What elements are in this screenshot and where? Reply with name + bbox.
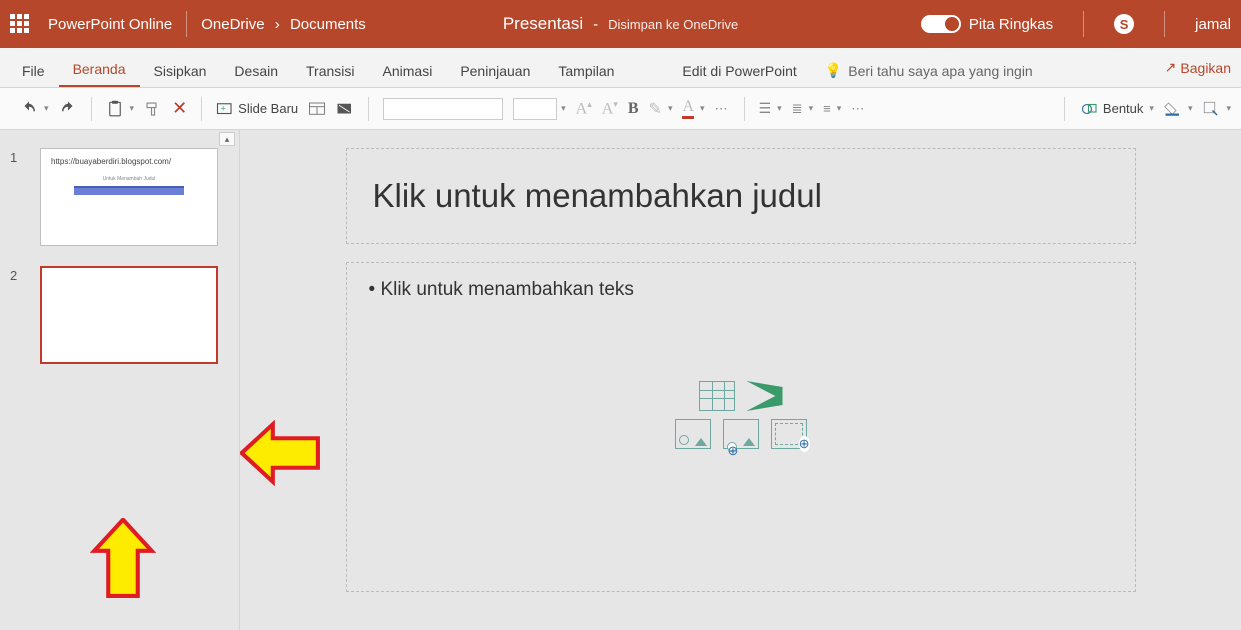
current-slide[interactable]: Klik untuk menambahkan judul Klik untuk … bbox=[346, 148, 1136, 592]
annotation-arrow-up bbox=[90, 518, 156, 600]
chevron-down-icon: ▾ bbox=[1149, 103, 1154, 114]
slide-number: 2 bbox=[10, 268, 17, 283]
dash: - bbox=[593, 16, 598, 33]
tab-home[interactable]: Beranda bbox=[59, 51, 140, 87]
font-family-select[interactable] bbox=[383, 98, 503, 120]
tab-file[interactable]: File bbox=[8, 53, 59, 87]
decrease-font-button[interactable]: A▾ bbox=[602, 99, 618, 118]
insert-picture-icon[interactable] bbox=[675, 419, 711, 449]
body-placeholder-text: Klik untuk menambahkan teks bbox=[369, 279, 1113, 301]
shape-fill-button[interactable]: ▾ bbox=[1164, 97, 1193, 121]
edit-in-powerpoint[interactable]: Edit di PowerPoint bbox=[668, 53, 810, 87]
user-name[interactable]: jamal bbox=[1195, 16, 1231, 33]
align-button[interactable]: ≡▾ bbox=[823, 97, 841, 121]
tell-me-placeholder: Beri tahu saya apa yang ingin bbox=[848, 63, 1032, 79]
share-button[interactable]: ↗ Bagikan bbox=[1165, 48, 1231, 87]
paste-button[interactable]: ▾ bbox=[106, 97, 135, 121]
annotation-arrow-left bbox=[240, 420, 322, 486]
content-placeholder-icons bbox=[369, 381, 1113, 449]
lightbulb-icon: 💡 bbox=[825, 62, 842, 79]
scroll-up-button[interactable]: ▴ bbox=[219, 132, 235, 146]
slide-canvas-area[interactable]: Klik untuk menambahkan judul Klik untuk … bbox=[240, 130, 1241, 630]
chevron-down-icon: ▾ bbox=[561, 103, 566, 114]
breadcrumb[interactable]: OneDrive › Documents bbox=[201, 16, 366, 33]
layout-button[interactable] bbox=[308, 97, 326, 121]
tab-insert[interactable]: Sisipkan bbox=[140, 53, 221, 87]
separator bbox=[186, 11, 187, 37]
slide-thumbnail-panel: ▴ 1 https://buayaberdiri.blogspot.com/ U… bbox=[0, 130, 240, 630]
tab-design[interactable]: Desain bbox=[220, 53, 292, 87]
chevron-down-icon: ▾ bbox=[130, 103, 135, 114]
font-color-button[interactable]: A▾ bbox=[682, 97, 704, 121]
reset-button[interactable] bbox=[336, 97, 354, 121]
delete-button[interactable]: ✕ bbox=[172, 97, 187, 121]
shapes-label: Bentuk bbox=[1103, 101, 1143, 116]
format-painter-button[interactable] bbox=[144, 97, 162, 121]
thumb-subtitle-text: Untuk Menambah Judul bbox=[51, 176, 207, 182]
app-launcher-icon[interactable] bbox=[10, 14, 30, 34]
undo-button[interactable]: ▾ bbox=[20, 97, 49, 121]
title-bar: PowerPoint Online OneDrive › Documents P… bbox=[0, 0, 1241, 48]
slide-number: 1 bbox=[10, 150, 17, 165]
highlight-button[interactable]: ✎▾ bbox=[649, 97, 673, 121]
simplified-ribbon-label: Pita Ringkas bbox=[969, 16, 1053, 33]
insert-video-icon[interactable] bbox=[771, 419, 807, 449]
tab-review[interactable]: Peninjauan bbox=[446, 53, 544, 87]
breadcrumb-root[interactable]: OneDrive bbox=[201, 16, 264, 33]
share-icon: ↗ bbox=[1165, 59, 1177, 76]
insert-excel-icon[interactable] bbox=[747, 381, 783, 411]
font-more-button[interactable]: ⋯ bbox=[715, 97, 730, 121]
thumb-title-text: https://buayaberdiri.blogspot.com/ bbox=[51, 157, 207, 166]
paragraph-more-button[interactable]: ⋯ bbox=[851, 97, 866, 121]
tab-view[interactable]: Tampilan bbox=[544, 53, 628, 87]
tab-animations[interactable]: Animasi bbox=[369, 53, 447, 87]
breadcrumb-folder[interactable]: Documents bbox=[290, 16, 366, 33]
shapes-button[interactable]: Bentuk ▾ bbox=[1081, 97, 1154, 121]
new-slide-label: Slide Baru bbox=[238, 101, 298, 116]
simplified-ribbon-toggle[interactable] bbox=[921, 15, 961, 33]
chevron-right-icon: › bbox=[275, 16, 280, 33]
insert-table-icon[interactable] bbox=[699, 381, 735, 411]
title-placeholder[interactable]: Klik untuk menambahkan judul bbox=[346, 148, 1136, 244]
save-status: Disimpan ke OneDrive bbox=[608, 17, 738, 32]
tab-transitions[interactable]: Transisi bbox=[292, 53, 369, 87]
redo-button[interactable] bbox=[59, 97, 77, 121]
svg-text:+: + bbox=[221, 103, 226, 113]
bold-button[interactable]: B bbox=[628, 100, 639, 118]
numbering-button[interactable]: ≣▾ bbox=[792, 97, 813, 121]
chevron-down-icon: ▾ bbox=[44, 103, 49, 114]
new-slide-button[interactable]: + Slide Baru bbox=[216, 97, 298, 121]
skype-icon[interactable]: S bbox=[1114, 14, 1134, 34]
ribbon-tab-bar: File Beranda Sisipkan Desain Transisi An… bbox=[0, 48, 1241, 88]
ribbon: ▾ ▾ ✕ + Slide Baru ▾ bbox=[0, 88, 1241, 130]
increase-font-button[interactable]: A▴ bbox=[576, 99, 592, 118]
document-title[interactable]: Presentasi bbox=[503, 14, 583, 34]
body-placeholder[interactable]: Klik untuk menambahkan teks bbox=[346, 262, 1136, 592]
workspace: ▴ 1 https://buayaberdiri.blogspot.com/ U… bbox=[0, 130, 1241, 630]
font-size-select[interactable] bbox=[513, 98, 557, 120]
share-label: Bagikan bbox=[1180, 60, 1231, 76]
insert-online-picture-icon[interactable] bbox=[723, 419, 759, 449]
slide-thumbnail-2[interactable]: 2 bbox=[0, 266, 239, 364]
slide-thumbnail-1[interactable]: 1 https://buayaberdiri.blogspot.com/ Unt… bbox=[0, 148, 239, 246]
thumb-decoration-bar bbox=[74, 186, 184, 195]
separator bbox=[1083, 11, 1084, 37]
app-name: PowerPoint Online bbox=[48, 16, 172, 33]
tell-me-search[interactable]: 💡 Beri tahu saya apa yang ingin bbox=[811, 52, 1047, 87]
bullets-button[interactable]: ☰▾ bbox=[759, 97, 782, 121]
separator bbox=[1164, 11, 1165, 37]
shape-outline-button[interactable]: ▾ bbox=[1202, 97, 1231, 121]
